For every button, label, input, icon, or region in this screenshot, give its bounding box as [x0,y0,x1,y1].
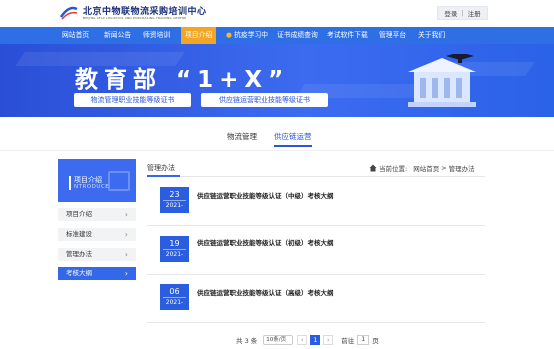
sidebar-item-label: 项目介绍 [66,210,92,218]
home-icon [369,164,377,172]
breadcrumb-home[interactable]: 网站首页 [413,163,439,173]
login-register-box: 登录 | 注册 [437,6,488,20]
nav-item-platform[interactable]: 管理平台 [379,27,406,44]
page-size-select[interactable]: 10条/页 [263,334,294,345]
sidebar-item-management[interactable]: 管理办法 › [58,248,136,261]
nav-item-training[interactable]: 师资培训 [143,27,170,44]
nav-item-certificate[interactable]: 证书成绩查询 [277,27,318,44]
article-title[interactable]: 供应链运营职业技能等级认证（初级）考核大纲 [197,237,334,247]
list-item[interactable]: 06 2021- 供应链运营职业技能等级认证（高级）考核大纲 [147,274,485,326]
next-page-button[interactable]: › [323,334,334,345]
breadcrumb-label: 当前位置: [379,165,408,173]
pagination-total: 共 3 条 [236,336,258,345]
content-divider [147,176,485,177]
date-year-month: 2021- [163,297,186,308]
sidebar-item-intro[interactable]: 项目介绍 › [58,208,136,221]
content-title-underline [147,175,180,177]
main-nav: 网站首页 新闻公告 师资培训 项目介绍 ● 抗疫学习中 证书成绩查询 考试软件下… [0,27,554,44]
sidebar-header-decoration [108,171,130,191]
banner-title: 教育部 “1+X” [75,67,290,93]
nav-item-news[interactable]: 新闻公告 [104,27,131,44]
sidebar-item-label: 标准建设 [66,230,92,238]
cert-supplychain-button[interactable]: 供应链运营职业技能等级证书 [201,93,328,107]
page-unit-label: 页 [372,336,379,345]
article-title[interactable]: 供应链运营职业技能等级认证（高级）考核大纲 [197,287,334,297]
list-item[interactable]: 19 2021- 供应链运营职业技能等级认证（初级）考核大纲 [147,226,485,278]
nav-item-project[interactable]: 项目介绍 [181,27,217,44]
sidebar-item-standards[interactable]: 标准建设 › [58,228,136,241]
logo-icon [59,6,78,20]
divider [0,150,554,151]
breadcrumb: 当前位置: 网站首页 > 管理办法 [369,163,475,173]
sidebar-item-syllabus[interactable]: 考核大纲 › [58,267,136,280]
article-title[interactable]: 供应链运营职业技能等级认证（中级）考核大纲 [197,190,334,200]
sidebar-header-bar [69,176,71,190]
nav-item-about[interactable]: 关于我们 [418,27,445,44]
sidebar-header: 项目介绍 NTRODUCE [58,159,136,202]
breadcrumb-arrow: > [441,164,447,172]
login-link[interactable]: 登录 [444,8,457,18]
date-year-month: 2021- [163,200,186,211]
top-bar: 北京中物联物流采购培训中心 BEIJING CFLP LOGISTICS AND… [0,0,554,27]
cert-logistics-button[interactable]: 物流管理职业技能等级证书 [74,93,191,107]
breadcrumb-current: 管理办法 [448,165,475,173]
building-illustration-icon [408,54,476,107]
nav-item-home[interactable]: 网站首页 [62,27,89,44]
register-link[interactable]: 注册 [468,8,481,18]
goto-page-input[interactable]: 1 [357,334,370,345]
content-title: 管理办法 [147,164,175,172]
nav-item-study-label: 抗疫学习中 [234,31,269,39]
date-badge: 06 2021- [160,284,189,310]
tab-logistics[interactable]: 物流管理 [227,131,257,142]
article-divider [147,322,485,323]
sidebar-header-en: NTRODUCE [74,184,110,190]
date-day: 06 [169,287,180,296]
date-year-month: 2021- [163,249,186,260]
chevron-right-icon: › [124,230,128,239]
date-badge: 19 2021- [160,236,189,262]
nav-item-software[interactable]: 考试软件下载 [327,27,368,44]
nav-item-study[interactable]: ● 抗疫学习中 [226,27,268,44]
current-page-button[interactable]: 1 [310,334,321,345]
page-size-value: 10条/页 [266,336,287,343]
goto-label: 前往 [341,336,355,345]
chevron-right-icon: › [124,250,128,259]
date-badge: 23 2021- [160,187,189,213]
tab-supply-chain[interactable]: 供应链运营 [274,131,312,147]
sub-tabs: 物流管理 供应链运营 [0,128,554,148]
chevron-right-icon: › [124,269,128,278]
chevron-right-icon: › [124,210,128,219]
date-day: 23 [169,190,180,199]
pagination: 共 3 条 10条/页 ‹ 1 › 前往 1 页 [236,334,379,345]
sidebar-item-label: 考核大纲 [66,269,92,277]
sidebar-item-label: 管理办法 [66,250,92,258]
star-icon: ● [226,31,232,39]
login-separator: | [461,9,464,17]
prev-page-button[interactable]: ‹ [297,334,308,345]
logo-subtitle: BEIJING CFLP LOGISTICS AND PURCHASING TR… [83,16,187,20]
date-day: 19 [169,239,180,248]
list-item[interactable]: 23 2021- 供应链运营职业技能等级认证（中级）考核大纲 [147,178,485,230]
